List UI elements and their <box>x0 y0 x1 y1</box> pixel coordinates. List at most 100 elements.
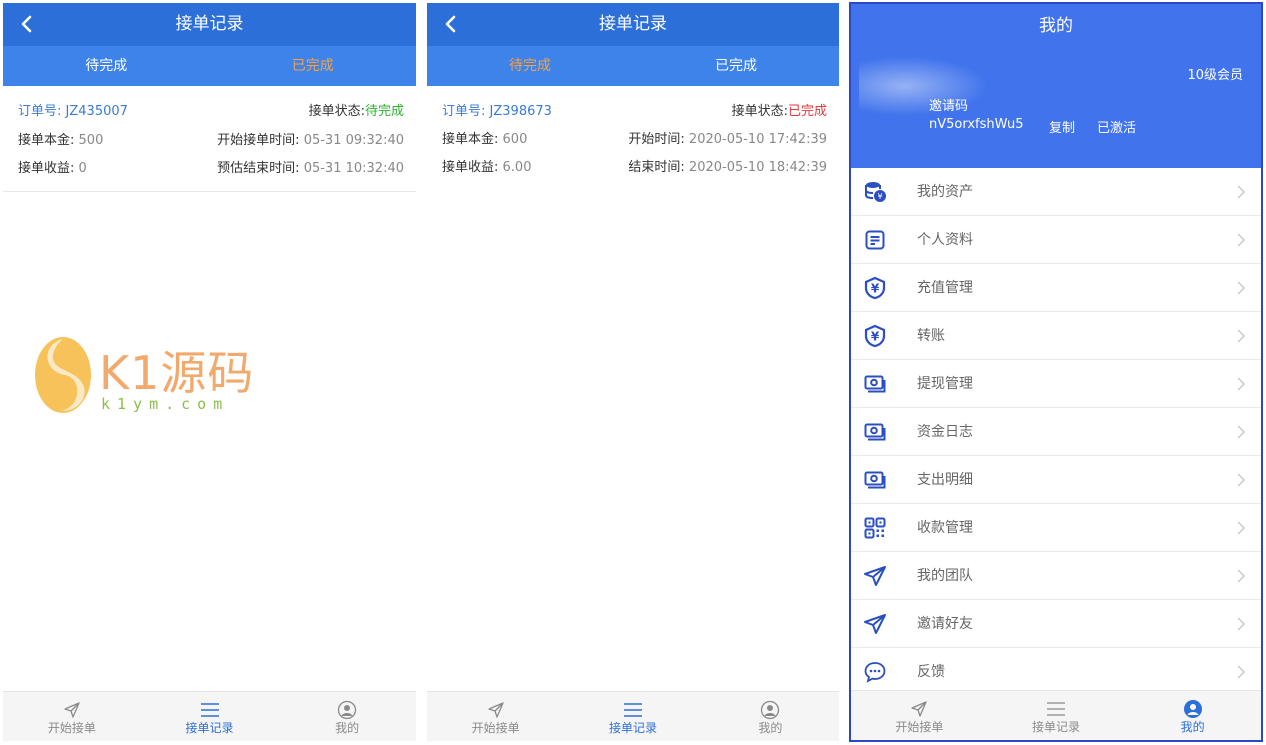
menu-item-profile[interactable]: 个人资料 <box>851 216 1261 264</box>
bottom-nav: 开始接单 接单记录 我的 <box>427 691 839 741</box>
chevron-right-icon <box>1237 329 1245 343</box>
menu-item-my-team[interactable]: 我的团队 <box>851 552 1261 600</box>
status-badge: 待完成 <box>364 104 404 119</box>
nav-label: 接单记录 <box>1032 720 1081 734</box>
income-value: 6.00 <box>502 160 532 175</box>
nav-label: 我的 <box>335 721 360 735</box>
menu-item-payment-collection[interactable]: 收款管理 <box>851 504 1261 552</box>
tab-completed[interactable]: 已完成 <box>210 46 417 86</box>
nav-label: 我的 <box>1180 720 1205 734</box>
nav-mine[interactable]: 我的 <box>702 692 839 741</box>
nav-label: 接单记录 <box>608 721 657 735</box>
nav-mine[interactable]: 我的 <box>1124 691 1261 740</box>
nav-order-records[interactable]: 接单记录 <box>141 692 279 741</box>
order-id-label: 订单号: <box>18 104 62 119</box>
svg-text:¥: ¥ <box>871 330 880 344</box>
nav-start-order[interactable]: 开始接单 <box>3 692 141 741</box>
paper-plane-icon <box>864 566 886 586</box>
nav-label: 开始接单 <box>471 721 520 735</box>
principal-value: 600 <box>502 132 528 147</box>
profile-screen: 我的 10级会员 邀请码 nV5orxfshWu5 复制 已激活 ¥ 我的资产 … <box>849 2 1263 742</box>
tab-pending[interactable]: 待完成 <box>3 46 210 86</box>
menu-item-fund-log[interactable]: 资金日志 <box>851 408 1261 456</box>
order-records-completed-screen: 接单记录 待完成 已完成 订单号: JZ398673 接单状态:已完成 接单本金… <box>427 3 839 741</box>
income-label: 接单收益: <box>442 160 499 175</box>
bottom-nav: 开始接单 接单记录 我的 <box>851 690 1261 740</box>
chevron-right-icon <box>1237 281 1245 295</box>
status-label: 接单状态: <box>308 104 365 119</box>
nav-label: 接单记录 <box>185 721 234 735</box>
menu-label: 转账 <box>917 328 945 344</box>
nav-order-records[interactable]: 接单记录 <box>564 692 701 741</box>
menu-item-expense-detail[interactable]: 支出明细 <box>851 456 1261 504</box>
page-title: 我的 <box>851 4 1261 48</box>
navbar: 接单记录 <box>3 3 416 46</box>
cash-icon <box>864 423 886 441</box>
menu-lines-icon <box>1047 702 1065 716</box>
nav-start-order[interactable]: 开始接单 <box>427 692 564 741</box>
profile-header: 我的 10级会员 邀请码 nV5orxfshWu5 复制 已激活 <box>851 4 1261 168</box>
chevron-right-icon <box>1237 665 1245 679</box>
chevron-right-icon <box>1237 617 1245 631</box>
menu-label: 支出明细 <box>917 472 973 488</box>
yuan-shield-icon: ¥ <box>864 276 886 300</box>
menu-item-my-assets[interactable]: ¥ 我的资产 <box>851 168 1261 216</box>
nav-order-records[interactable]: 接单记录 <box>988 691 1125 740</box>
start-time-value: 05-31 09:32:40 <box>303 133 404 148</box>
avatar <box>859 56 989 116</box>
start-time-label: 开始时间: <box>628 132 685 147</box>
end-time-value: 05-31 10:32:40 <box>303 161 404 176</box>
nav-start-order[interactable]: 开始接单 <box>851 691 988 740</box>
order-id-label: 订单号: <box>442 104 486 119</box>
order-card[interactable]: 订单号: JZ435007 接单状态:待完成 接单本金: 500 开始接单时间:… <box>3 86 416 192</box>
chevron-right-icon <box>1237 377 1245 391</box>
paper-plane-icon <box>64 702 80 718</box>
invite-code-label: 邀请码 <box>929 99 969 114</box>
menu-label: 充值管理 <box>917 280 973 296</box>
income-value: 0 <box>78 161 87 176</box>
menu-label: 资金日志 <box>917 424 973 440</box>
document-icon <box>865 230 885 250</box>
nav-label: 开始接单 <box>47 721 96 735</box>
watermark-brand: K1源码 <box>99 346 255 400</box>
menu-item-transfer[interactable]: ¥ 转账 <box>851 312 1261 360</box>
watermark: K1源码 k1ym.com <box>31 335 253 421</box>
menu-item-recharge[interactable]: ¥ 充值管理 <box>851 264 1261 312</box>
qrcode-icon <box>864 517 886 539</box>
navbar: 接单记录 <box>427 3 839 46</box>
income-label: 接单收益: <box>18 161 75 176</box>
page-title: 接单记录 <box>175 14 244 34</box>
chevron-right-icon <box>1237 233 1245 247</box>
status-label: 接单状态: <box>731 104 788 119</box>
menu-label: 我的团队 <box>917 568 973 584</box>
tab-pending[interactable]: 待完成 <box>427 46 633 86</box>
start-time-label: 开始接单时间: <box>217 133 300 148</box>
paper-plane-icon <box>911 701 927 717</box>
end-time-value: 2020-05-10 18:42:39 <box>688 160 827 175</box>
cash-icon <box>864 471 886 489</box>
menu-lines-icon <box>200 703 219 717</box>
chevron-right-icon <box>1237 473 1245 487</box>
menu-label: 提现管理 <box>917 376 973 392</box>
status-badge: 已完成 <box>787 104 827 119</box>
invite-code-value: nV5orxfshWu5 <box>929 117 1024 132</box>
menu-label: 邀请好友 <box>917 616 973 632</box>
principal-value: 500 <box>78 133 104 148</box>
end-time-label: 预估结束时间: <box>217 161 300 176</box>
user-circle-icon <box>338 700 357 720</box>
menu-label: 个人资料 <box>917 232 973 248</box>
principal-label: 接单本金: <box>18 133 75 148</box>
chevron-right-icon <box>1237 521 1245 535</box>
menu-item-feedback[interactable]: 反馈 <box>851 648 1261 696</box>
order-card[interactable]: 订单号: JZ398673 接单状态:已完成 接单本金: 600 开始时间: 2… <box>427 86 839 192</box>
order-records-pending-screen: 接单记录 待完成 已完成 订单号: JZ435007 接单状态:待完成 接单本金… <box>3 3 416 741</box>
tab-completed[interactable]: 已完成 <box>633 46 839 86</box>
menu-item-invite-friends[interactable]: 邀请好友 <box>851 600 1261 648</box>
copy-button[interactable]: 复制 <box>1049 117 1075 136</box>
coins-icon: ¥ <box>865 182 886 202</box>
profile-menu: ¥ 我的资产 个人资料 ¥ 充值管理 ¥ 转账 提现管理 资金日志 支出明细 收… <box>851 168 1261 696</box>
menu-item-withdraw[interactable]: 提现管理 <box>851 360 1261 408</box>
nav-mine[interactable]: 我的 <box>278 692 416 741</box>
svg-text:¥: ¥ <box>877 192 882 201</box>
chevron-right-icon <box>1237 425 1245 439</box>
